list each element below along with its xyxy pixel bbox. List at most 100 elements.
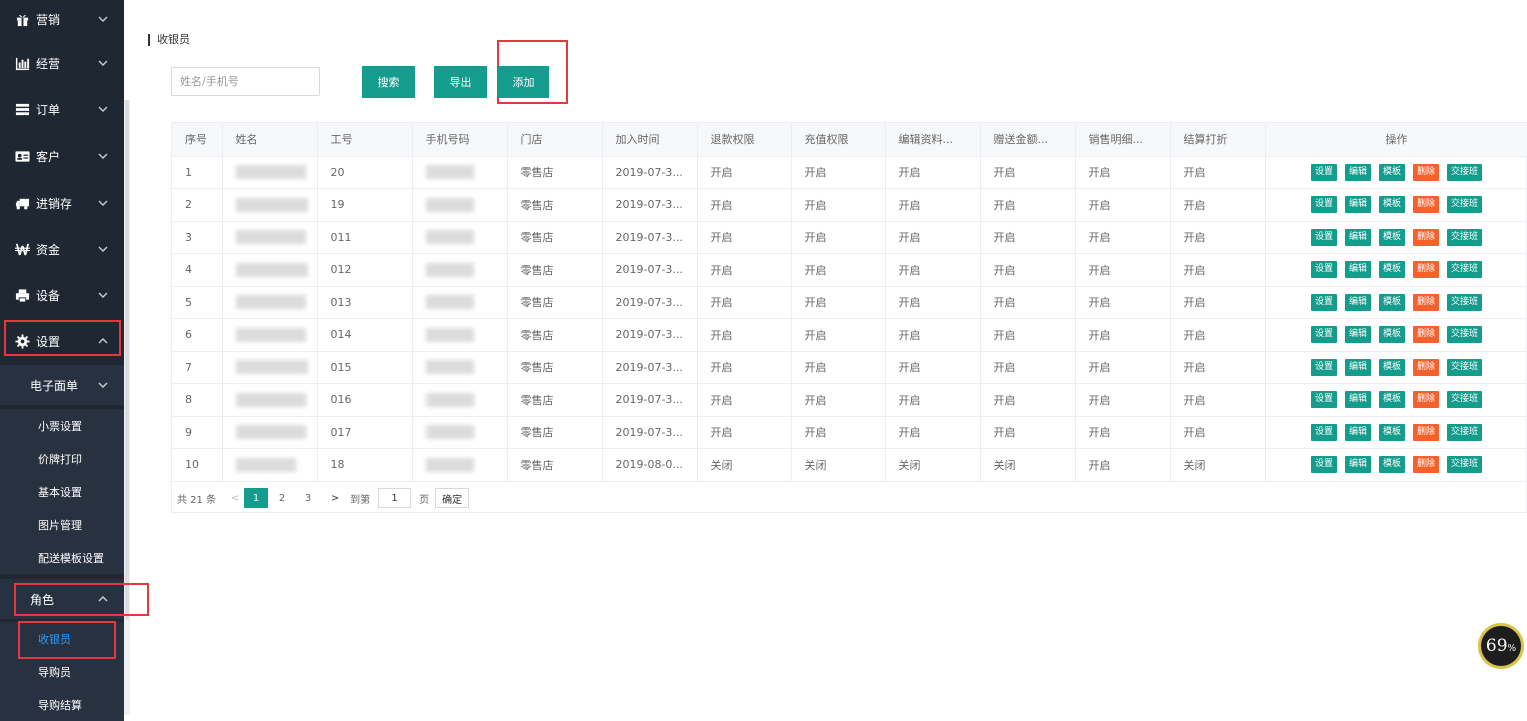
cell-gift: 开启 (980, 416, 1076, 449)
delete-action-button[interactable]: 删除 (1413, 358, 1440, 376)
delete-action-button[interactable]: 删除 (1413, 196, 1440, 214)
delete-action-button[interactable]: 删除 (1413, 326, 1440, 344)
template-action-button[interactable]: 模板 (1378, 196, 1405, 214)
search-button[interactable]: 搜索 (362, 66, 415, 98)
edit-action-button[interactable]: 编辑 (1344, 326, 1371, 344)
column-header: 手机号码 (412, 123, 508, 157)
cell-gift: 开启 (980, 286, 1076, 319)
sidebar-item-cashier[interactable]: 收银员 (0, 622, 124, 655)
shift-action-button[interactable]: 交接班 (1447, 358, 1483, 376)
column-header: 门店 (507, 123, 603, 157)
export-button[interactable]: 导出 (434, 66, 487, 98)
page-unit-label: 页 (419, 494, 430, 506)
progress-badge[interactable]: 69% (1478, 623, 1524, 669)
nav-item-devices[interactable]: 设备 (0, 272, 124, 318)
shift-action-button[interactable]: 交接班 (1447, 423, 1483, 441)
template-action-button[interactable]: 模板 (1378, 423, 1405, 441)
edit-action-button[interactable]: 编辑 (1344, 423, 1371, 441)
add-button[interactable]: 添加 (498, 66, 549, 98)
set-action-button[interactable]: 设置 (1310, 163, 1337, 181)
cell-recharge: 开启 (791, 351, 886, 384)
set-action-button[interactable]: 设置 (1310, 358, 1337, 376)
delete-action-button[interactable]: 删除 (1413, 423, 1440, 441)
nav-item-customers[interactable]: 客户 (0, 133, 124, 179)
edit-action-button[interactable]: 编辑 (1344, 456, 1371, 474)
edit-action-button[interactable]: 编辑 (1344, 228, 1371, 246)
shift-action-button[interactable]: 交接班 (1447, 163, 1483, 181)
sidebar-item-guide-settlement[interactable]: 导购结算 (0, 688, 124, 721)
delete-action-button[interactable]: 删除 (1413, 391, 1440, 409)
shift-action-button[interactable]: 交接班 (1447, 293, 1483, 311)
sidebar-item-price-tag-print[interactable]: 价牌打印 (0, 442, 124, 475)
column-header: 编辑资料... (885, 123, 981, 157)
sidebar-item-delivery-template[interactable]: 配送模板设置 (0, 541, 124, 574)
cell-actions: 设置 编辑 模板 删除 交接班 (1265, 383, 1527, 417)
prev-page-icon[interactable]: < (228, 493, 242, 504)
delete-action-button[interactable]: 删除 (1413, 228, 1440, 246)
cell-refund: 开启 (697, 318, 792, 352)
cell-gift: 关闭 (980, 448, 1076, 482)
set-action-button[interactable]: 设置 (1310, 423, 1337, 441)
template-action-button[interactable]: 模板 (1378, 293, 1405, 311)
edit-action-button[interactable]: 编辑 (1344, 163, 1371, 181)
cell-job: 013 (317, 286, 413, 319)
edit-action-button[interactable]: 编辑 (1344, 391, 1371, 409)
shift-action-button[interactable]: 交接班 (1447, 456, 1483, 474)
page-number[interactable]: 3 (296, 488, 320, 508)
sidebar-item-receipt-settings[interactable]: 小票设置 (0, 409, 124, 442)
cell-name-redacted (222, 416, 318, 449)
nav-item-marketing[interactable]: 营销 (0, 0, 124, 38)
template-action-button[interactable]: 模板 (1378, 261, 1405, 279)
set-action-button[interactable]: 设置 (1310, 456, 1337, 474)
sidebar-item-image-management[interactable]: 图片管理 (0, 508, 124, 541)
scrollbar-thumb[interactable] (125, 100, 129, 620)
set-action-button[interactable]: 设置 (1310, 228, 1337, 246)
set-action-button[interactable]: 设置 (1310, 261, 1337, 279)
page-number[interactable]: 1 (244, 488, 269, 508)
delete-action-button[interactable]: 删除 (1413, 456, 1440, 474)
nav-item-settings[interactable]: 设置 (0, 318, 124, 364)
cell-name-redacted (222, 221, 318, 254)
next-page-icon[interactable]: > (328, 493, 342, 504)
goto-page-input[interactable] (378, 488, 412, 508)
edit-action-button[interactable]: 编辑 (1344, 196, 1371, 214)
template-action-button[interactable]: 模板 (1378, 326, 1405, 344)
goto-confirm-button[interactable]: 确定 (435, 488, 470, 508)
shift-action-button[interactable]: 交接班 (1447, 391, 1483, 409)
set-action-button[interactable]: 设置 (1310, 293, 1337, 311)
cell-job: 19 (317, 188, 413, 222)
sidebar-item-basic-settings[interactable]: 基本设置 (0, 475, 124, 508)
nav-item-operations[interactable]: 经营 (0, 40, 124, 86)
set-action-button[interactable]: 设置 (1310, 326, 1337, 344)
set-action-button[interactable]: 设置 (1310, 391, 1337, 409)
nav-item-orders[interactable]: 订单 (0, 86, 124, 132)
template-action-button[interactable]: 模板 (1378, 358, 1405, 376)
edit-action-button[interactable]: 编辑 (1344, 261, 1371, 279)
nav-label: 设置 (36, 334, 61, 349)
nav-item-inventory[interactable]: 进销存 (0, 180, 124, 226)
delete-action-button[interactable]: 删除 (1413, 261, 1440, 279)
set-action-button[interactable]: 设置 (1310, 196, 1337, 214)
template-action-button[interactable]: 模板 (1378, 163, 1405, 181)
delete-action-button[interactable]: 删除 (1413, 293, 1440, 311)
edit-action-button[interactable]: 编辑 (1344, 358, 1371, 376)
cell-name-redacted (222, 383, 318, 417)
search-input[interactable] (171, 67, 320, 96)
cell-index: 3 (172, 221, 223, 254)
template-action-button[interactable]: 模板 (1378, 228, 1405, 246)
nav-item-funds[interactable]: 资金 (0, 226, 124, 272)
template-action-button[interactable]: 模板 (1378, 391, 1405, 409)
delete-action-button[interactable]: 删除 (1413, 163, 1440, 181)
edit-action-button[interactable]: 编辑 (1344, 293, 1371, 311)
submenu-electronic-waybill[interactable]: 电子面单 (0, 365, 124, 405)
shift-action-button[interactable]: 交接班 (1447, 228, 1483, 246)
sidebar-item-shopping-guide[interactable]: 导购员 (0, 655, 124, 688)
cell-time: 2019-07-3... (602, 318, 698, 352)
shift-action-button[interactable]: 交接班 (1447, 326, 1483, 344)
submenu-role[interactable]: 角色 (0, 579, 124, 619)
shift-action-button[interactable]: 交接班 (1447, 261, 1483, 279)
shift-action-button[interactable]: 交接班 (1447, 196, 1483, 214)
template-action-button[interactable]: 模板 (1378, 456, 1405, 474)
cell-detail: 开启 (1075, 188, 1171, 222)
page-number[interactable]: 2 (270, 488, 294, 508)
